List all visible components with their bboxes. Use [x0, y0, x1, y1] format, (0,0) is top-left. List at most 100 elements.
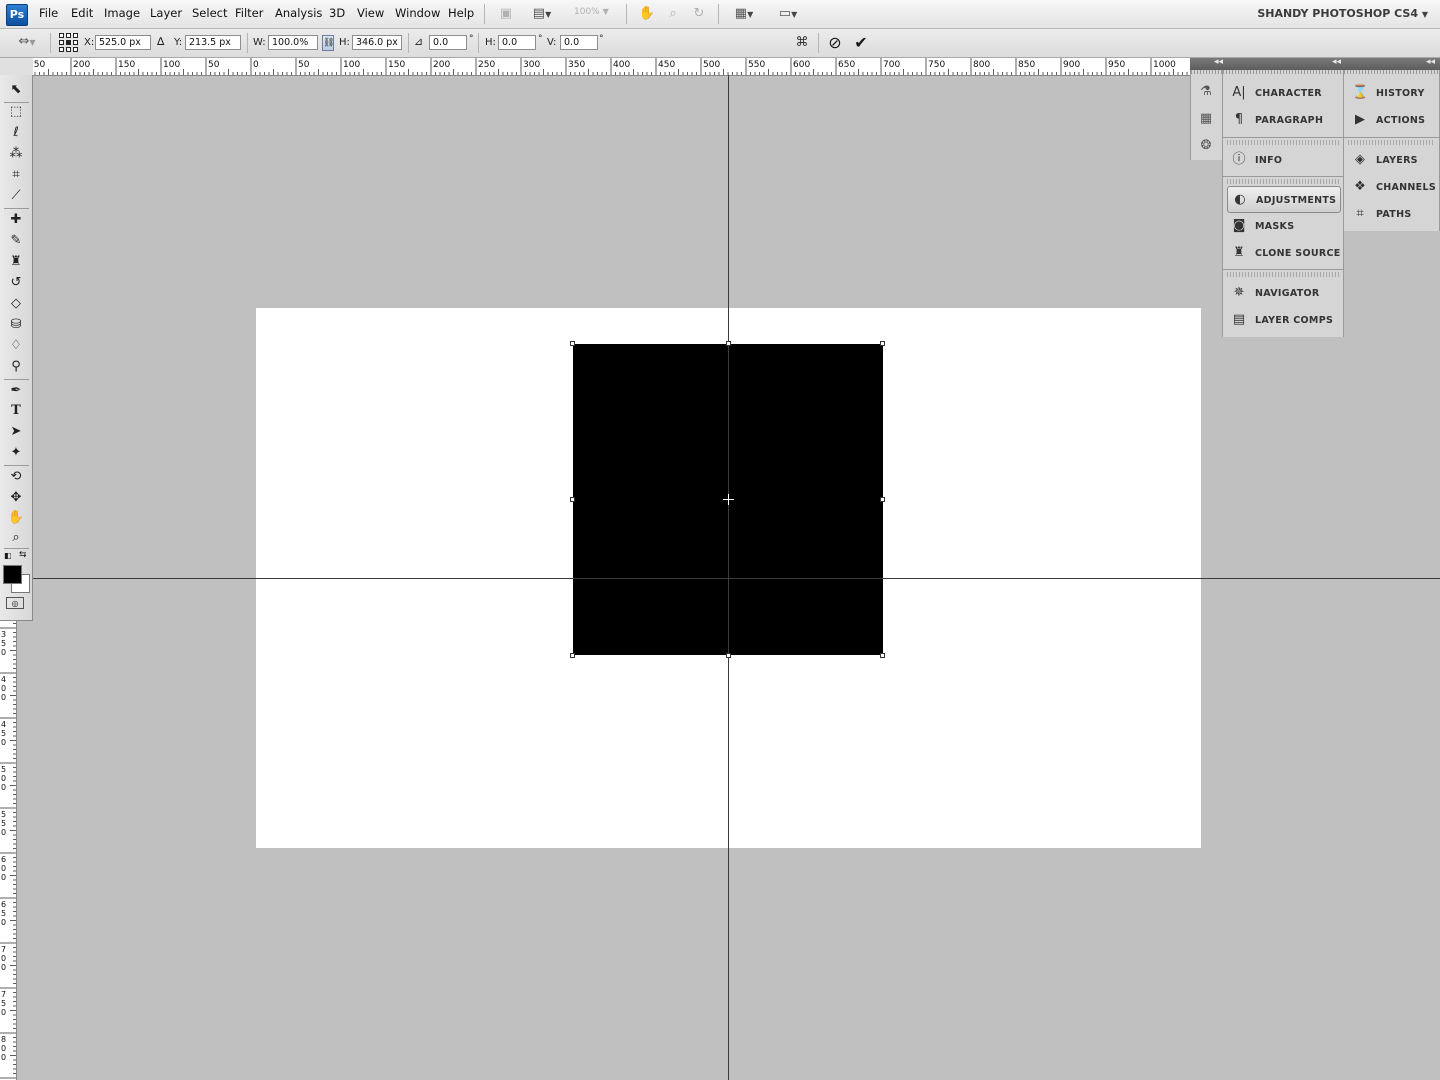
transform-handle-bottom-right[interactable]: [880, 653, 885, 658]
blur-tool-icon[interactable]: ♢: [6, 337, 26, 355]
panel-tab-layers[interactable]: ◈ LAYERS: [1344, 147, 1439, 174]
panel-group-grip[interactable]: [1227, 272, 1339, 277]
foreground-color-swatch[interactable]: [3, 565, 22, 584]
transform-handle-bottom-left[interactable]: [570, 653, 575, 658]
panel-tab-masks[interactable]: ◙ MASKS: [1223, 213, 1343, 240]
menu-image[interactable]: Image: [104, 6, 140, 20]
panel-tab-clone-source[interactable]: ♜ CLONE SOURCE: [1223, 240, 1343, 267]
menu-help[interactable]: Help: [448, 6, 474, 20]
workspace-switcher[interactable]: SHANDY PHOTOSHOP CS4 ▼: [1257, 7, 1428, 20]
rotate-angle-field[interactable]: [429, 35, 467, 50]
width-scale-field[interactable]: [268, 35, 318, 50]
3d-rotate-tool-icon[interactable]: ⟲: [6, 468, 26, 486]
panel-dock-header[interactable]: ◂◂ ◂◂ ◂◂: [1190, 57, 1440, 70]
hand-icon[interactable]: ✋: [638, 5, 656, 23]
transform-handle-left[interactable]: [570, 497, 575, 502]
menu-view[interactable]: View: [357, 6, 384, 20]
panel-tab-history[interactable]: ⌛ HISTORY: [1344, 80, 1439, 107]
horizontal-ruler[interactable]: 2502001501005005010015020025030035040045…: [33, 58, 1190, 76]
commit-transform-icon[interactable]: ✔: [852, 34, 870, 52]
lasso-tool-icon[interactable]: ℓ: [6, 124, 26, 142]
custom-shape-tool-icon[interactable]: ✦: [6, 444, 26, 462]
screen-mode-icon[interactable]: ▤▼: [528, 5, 556, 23]
3d-orbit-tool-icon[interactable]: ✥: [6, 489, 26, 507]
panel-tab-navigator[interactable]: ✵ NAVIGATOR: [1223, 280, 1343, 307]
history-brush-tool-icon[interactable]: ↺: [6, 274, 26, 292]
clone-stamp-tool-icon[interactable]: ♜: [6, 253, 26, 271]
healing-brush-tool-icon[interactable]: ✚: [6, 211, 26, 229]
tool-presets-icon[interactable]: ⚗: [1197, 83, 1215, 101]
dodge-tool-icon[interactable]: ⚲: [6, 358, 26, 376]
tool-preset-picker-icon[interactable]: ⇔▼: [13, 33, 41, 51]
menu-select[interactable]: Select: [192, 6, 227, 20]
panel-grip[interactable]: [1344, 70, 1439, 74]
transform-reference-point[interactable]: [723, 494, 734, 505]
hand-tool-icon[interactable]: ✋: [6, 509, 26, 527]
menu-file[interactable]: File: [39, 6, 58, 20]
transform-handle-right[interactable]: [880, 497, 885, 502]
bridge-icon[interactable]: ▣: [497, 5, 515, 23]
crop-tool-icon[interactable]: ⌗: [6, 166, 26, 184]
menu-layer[interactable]: Layer: [150, 6, 182, 20]
paint-bucket-tool-icon[interactable]: ⛁: [6, 316, 26, 334]
relative-position-icon[interactable]: ∆: [157, 35, 164, 48]
menu-filter[interactable]: Filter: [235, 6, 263, 20]
panel-group-grip[interactable]: [1348, 140, 1435, 145]
panel-tab-character[interactable]: A| CHARACTER: [1223, 80, 1343, 107]
swatches-icon[interactable]: ▦: [1197, 110, 1215, 128]
menu-analysis[interactable]: Analysis: [275, 6, 322, 20]
panel-tab-paragraph[interactable]: ¶ PARAGRAPH: [1223, 107, 1343, 134]
height-scale-field[interactable]: [352, 35, 402, 50]
collapse-icon[interactable]: ◂◂: [1214, 57, 1223, 67]
path-selection-tool-icon[interactable]: ➤: [6, 423, 26, 441]
panel-grip[interactable]: [1223, 70, 1343, 74]
styles-icon[interactable]: ❂: [1197, 137, 1215, 155]
magic-wand-tool-icon[interactable]: ⁂: [6, 145, 26, 163]
screen-mode-toggle-icon[interactable]: ▭▼: [773, 5, 803, 23]
horizontal-guide[interactable]: [33, 578, 1440, 579]
rotate-view-icon[interactable]: ↻: [690, 5, 708, 23]
transform-handle-top-left[interactable]: [570, 341, 575, 346]
vertical-ruler[interactable]: 350 400 450 500 550 600 650 700 750 800: [0, 620, 17, 1080]
cancel-transform-icon[interactable]: ⊘: [826, 34, 844, 52]
move-tool-icon[interactable]: ⬉: [6, 81, 26, 99]
type-tool-icon[interactable]: T: [6, 402, 26, 420]
collapse-icon[interactable]: ◂◂: [1426, 57, 1435, 67]
brush-tool-icon[interactable]: ✎: [6, 232, 26, 250]
panel-tab-layer-comps[interactable]: ▤ LAYER COMPS: [1223, 307, 1343, 334]
transform-handle-top-right[interactable]: [880, 341, 885, 346]
panel-group-grip[interactable]: [1227, 179, 1339, 184]
ruler-origin[interactable]: [0, 58, 33, 76]
panel-tab-channels[interactable]: ❖ CHANNELS: [1344, 174, 1439, 201]
zoom-icon[interactable]: ⌕: [664, 5, 682, 23]
panel-group-grip[interactable]: [1227, 140, 1339, 145]
zoom-level-select[interactable]: 100% ▼: [574, 7, 609, 17]
eraser-tool-icon[interactable]: ◇: [6, 295, 26, 313]
transform-handle-bottom[interactable]: [726, 653, 731, 658]
zoom-tool-icon[interactable]: ⌕: [6, 529, 26, 547]
quick-mask-icon[interactable]: ◎: [6, 597, 24, 609]
panel-tab-info[interactable]: ⓘ INFO: [1223, 147, 1343, 174]
pen-tool-icon[interactable]: ✒: [6, 382, 26, 400]
eyedropper-tool-icon[interactable]: ⟋: [6, 187, 26, 205]
panel-tab-paths[interactable]: ⌗ PATHS: [1344, 201, 1439, 228]
transform-handle-top[interactable]: [726, 341, 731, 346]
panel-tab-adjustments[interactable]: ◐ ADJUSTMENTS: [1227, 186, 1341, 213]
marquee-tool-icon[interactable]: ⬚: [6, 103, 26, 121]
collapse-icon[interactable]: ◂◂: [1332, 57, 1341, 67]
maintain-aspect-ratio-link-icon[interactable]: ⛓: [322, 35, 334, 51]
horizontal-skew-field[interactable]: [498, 35, 536, 50]
reference-point-grid-icon[interactable]: [59, 33, 78, 52]
arrange-documents-icon[interactable]: ▦▼: [729, 5, 759, 23]
x-position-field[interactable]: [95, 35, 151, 50]
panel-grip[interactable]: [1191, 70, 1222, 74]
menu-window[interactable]: Window: [395, 6, 440, 20]
default-colors-icon[interactable]: ◧: [4, 551, 12, 560]
warp-mode-icon[interactable]: ⌘: [794, 35, 810, 51]
panel-tab-actions[interactable]: ▶ ACTIONS: [1344, 107, 1439, 134]
menu-3d[interactable]: 3D: [329, 6, 345, 20]
swap-colors-icon[interactable]: ⇆: [19, 550, 27, 560]
y-position-field[interactable]: [185, 35, 241, 50]
vertical-skew-field[interactable]: [560, 35, 598, 50]
menu-edit[interactable]: Edit: [71, 6, 93, 20]
